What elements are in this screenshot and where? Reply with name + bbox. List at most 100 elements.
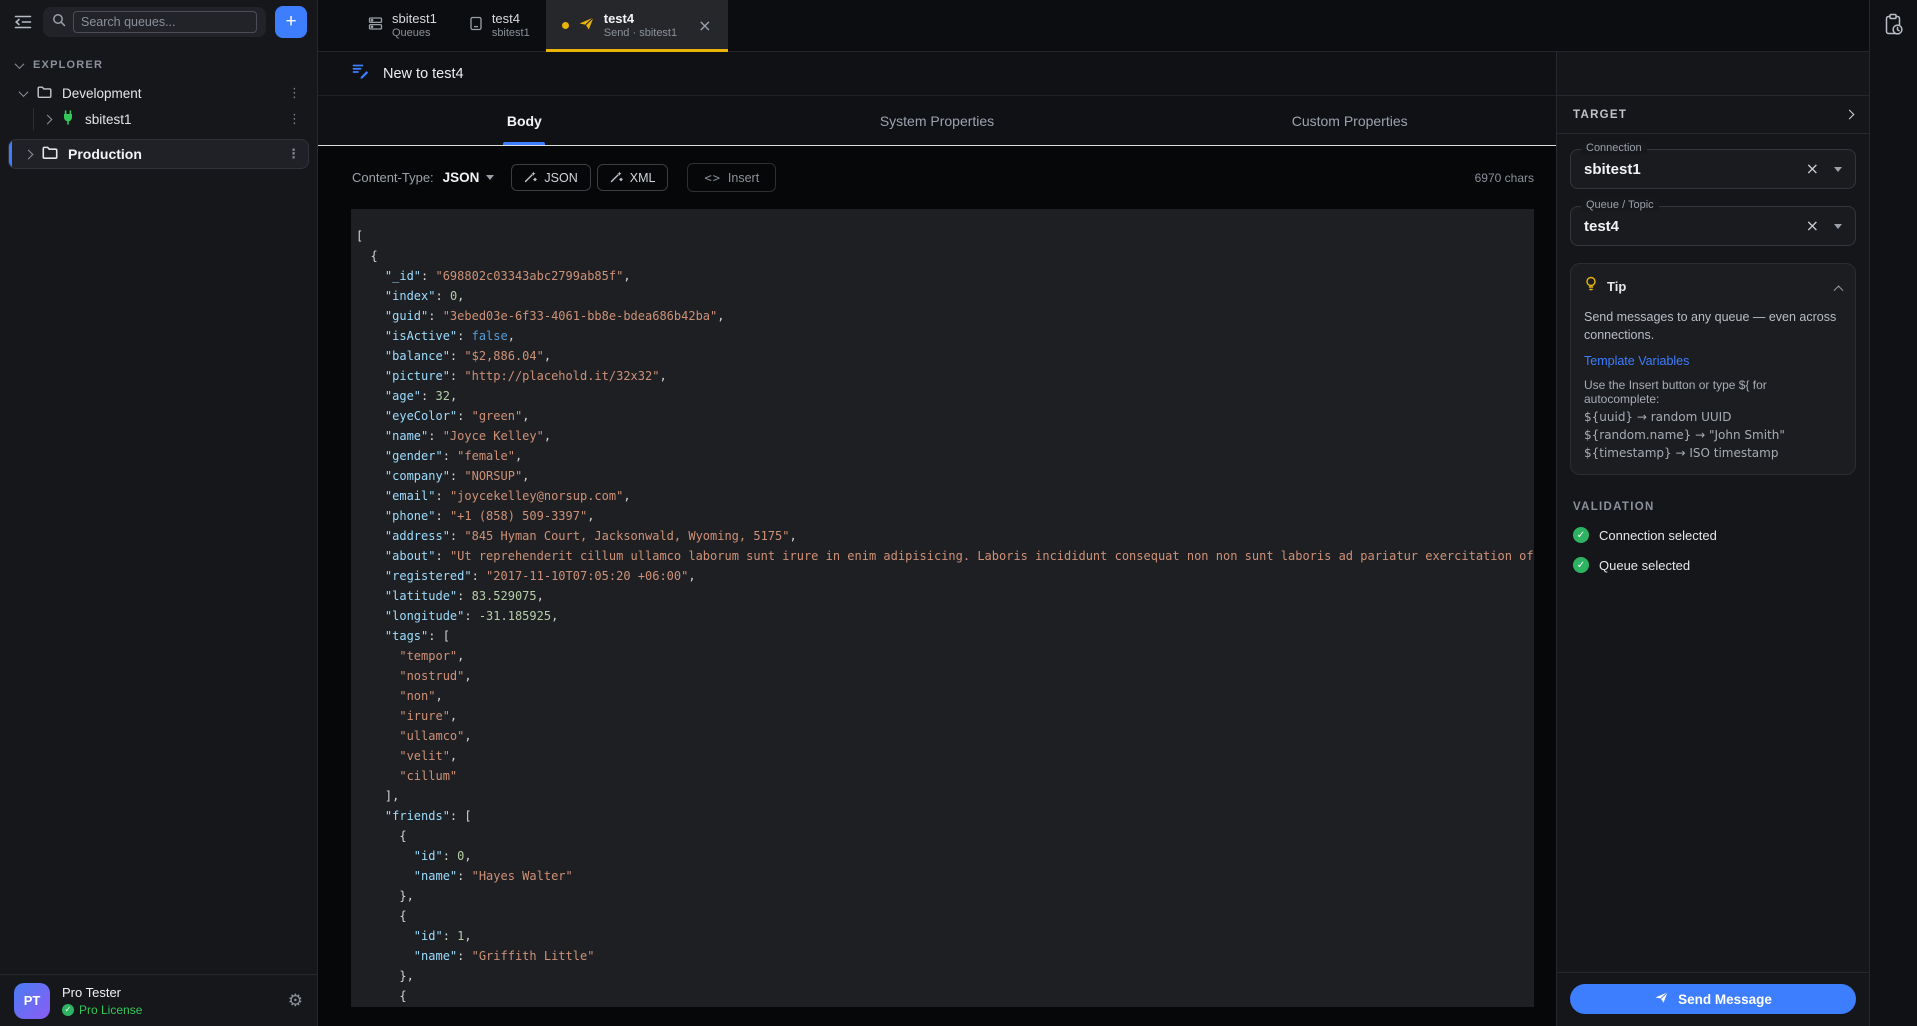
code-line: "id": 1, — [356, 926, 1534, 946]
code-line: "eyeColor": "green", — [356, 406, 1534, 426]
tab-custom-properties[interactable]: Custom Properties — [1143, 96, 1556, 145]
tab-body-label: Body — [507, 113, 542, 129]
tree-item-development[interactable]: Development ⋮ — [8, 80, 309, 106]
message-tabs: Body System Properties Custom Properties — [318, 96, 1556, 146]
collapse-sidebar-icon[interactable] — [12, 11, 34, 33]
send-icon — [1654, 991, 1669, 1007]
insert-label: Insert — [728, 171, 759, 185]
explorer-label: EXPLORER — [33, 59, 103, 71]
active-tab-underline — [546, 49, 728, 52]
sidebar: + EXPLORER Development ⋮ sbitest1 — [0, 0, 318, 1026]
document-header: New to test4 — [318, 52, 1556, 96]
code-line: "email": "joycekelley@norsup.com", — [356, 486, 1534, 506]
template-variables-link[interactable]: Template Variables — [1584, 354, 1842, 368]
code-brackets-icon: <> — [704, 171, 720, 185]
tip-example: ${uuid} → random UUID — [1584, 410, 1842, 424]
license-row: ✓ Pro License — [62, 1003, 142, 1017]
code-line: "guid": "3ebed03e-6f33-4061-bb8e-bdea686… — [356, 306, 1534, 326]
tab-system-properties[interactable]: System Properties — [731, 96, 1144, 145]
code-line: "longitude": -31.185925, — [356, 606, 1534, 626]
kebab-menu-icon[interactable]: ⋮ — [287, 147, 300, 162]
code-line: "ullamco", — [356, 726, 1534, 746]
chevron-right-icon — [43, 114, 53, 124]
queue-field[interactable]: Queue / Topic test4 × — [1570, 206, 1856, 246]
code-line: { — [356, 826, 1534, 846]
code-line: "tags": [ — [356, 626, 1534, 646]
queue-field-value: test4 — [1584, 218, 1619, 235]
code-line: { — [356, 246, 1534, 266]
code-line: { — [356, 986, 1534, 1006]
unsaved-dot-icon — [562, 22, 569, 29]
compose-icon — [352, 63, 369, 84]
editor-zone: [ { "_id": "698802c03343abc2799ab85f", "… — [318, 209, 1556, 1026]
explorer-header[interactable]: EXPLORER — [0, 54, 317, 76]
close-tab-icon[interactable]: × — [698, 16, 711, 35]
code-line: "index": 0, — [356, 286, 1534, 306]
clipboard-history-icon[interactable] — [1883, 13, 1905, 42]
tab-test4-queue[interactable]: test4 sbitest1 — [453, 0, 546, 51]
code-line: "phone": "+1 (858) 509-3397", — [356, 506, 1534, 526]
sidebar-top-bar: + — [0, 0, 317, 44]
kebab-menu-icon[interactable]: ⋮ — [288, 112, 301, 127]
connection-field-label: Connection — [1581, 142, 1647, 154]
validation-header: VALIDATION — [1570, 501, 1856, 513]
tab-body[interactable]: Body — [318, 96, 731, 145]
collapse-tip-icon[interactable] — [1835, 278, 1842, 296]
tree-item-production[interactable]: Production ⋮ — [8, 139, 309, 169]
content-type-select[interactable]: JSON — [443, 170, 495, 185]
check-circle-icon: ✓ — [1573, 557, 1589, 573]
code-line: "id": 0, — [356, 846, 1534, 866]
content-type-value: JSON — [443, 170, 480, 185]
tip-header: Tip — [1584, 276, 1842, 297]
app-window: + EXPLORER Development ⋮ sbitest1 — [0, 0, 1917, 1026]
insert-variable-button[interactable]: <> Insert — [687, 163, 776, 192]
tree-item-sbitest1[interactable]: sbitest1 ⋮ — [8, 106, 309, 132]
caret-down-icon[interactable] — [1834, 167, 1842, 172]
code-line: [ — [356, 226, 1534, 246]
target-panel: TARGET Connection sbitest1 × Queue / Top… — [1556, 52, 1869, 1026]
avatar: PT — [14, 983, 50, 1019]
chevron-right-icon[interactable] — [1845, 110, 1855, 120]
search-input[interactable] — [73, 11, 257, 33]
queue-card-icon — [469, 16, 483, 36]
json-editor[interactable]: [ { "_id": "698802c03343abc2799ab85f", "… — [351, 209, 1534, 1007]
format-xml-button[interactable]: XML — [597, 164, 669, 191]
tab-subtitle: Queues — [392, 27, 437, 40]
code-line: "cillum" — [356, 766, 1534, 786]
folder-icon — [37, 85, 52, 102]
connection-field[interactable]: Connection sbitest1 × — [1570, 149, 1856, 189]
validation-item: ✓ Queue selected — [1570, 557, 1856, 573]
send-message-button[interactable]: Send Message — [1570, 984, 1856, 1014]
center-area: sbitest1 Queues test4 sbitest1 — [318, 0, 1869, 1026]
format-json-button[interactable]: JSON — [511, 164, 590, 191]
queue-field-label: Queue / Topic — [1581, 199, 1659, 211]
tab-title: test4 — [492, 11, 530, 26]
add-connection-button[interactable]: + — [275, 6, 307, 38]
user-profile[interactable]: PT Pro Tester ✓ Pro License ⚙ — [0, 974, 317, 1026]
content-type-label: Content-Type: — [352, 170, 434, 185]
send-message-label: Send Message — [1678, 992, 1772, 1007]
code-line: "velit", — [356, 746, 1534, 766]
code-line: }, — [356, 966, 1534, 986]
tab-sbitest1-queues[interactable]: sbitest1 Queues — [352, 0, 453, 51]
code-line: }, — [356, 886, 1534, 906]
tab-test4-send-active[interactable]: test4 Send · sbitest1 × — [546, 0, 728, 51]
tip-hint-text: Use the Insert button or type ${ for aut… — [1584, 378, 1842, 406]
settings-gear-icon[interactable]: ⚙ — [288, 991, 303, 1011]
right-rail — [1869, 0, 1917, 1026]
code-line: "_id": "698802c03343abc2799ab85f", — [356, 266, 1534, 286]
search-box — [43, 7, 266, 37]
code-line: "age": 32, — [356, 386, 1534, 406]
clear-connection-icon[interactable]: × — [1806, 161, 1819, 177]
validation-label: Connection selected — [1599, 528, 1717, 543]
validation-item: ✓ Connection selected — [1570, 527, 1856, 543]
code-line: "name": "Hayes Walter" — [356, 866, 1534, 886]
chevron-down-icon — [19, 87, 29, 97]
clear-queue-icon[interactable]: × — [1806, 218, 1819, 234]
code-line: "company": "NORSUP", — [356, 466, 1534, 486]
magic-wand-icon — [524, 170, 537, 186]
tip-card: Tip Send messages to any queue — even ac… — [1570, 263, 1856, 475]
check-circle-icon: ✓ — [1573, 527, 1589, 543]
kebab-menu-icon[interactable]: ⋮ — [288, 86, 301, 101]
caret-down-icon[interactable] — [1834, 224, 1842, 229]
